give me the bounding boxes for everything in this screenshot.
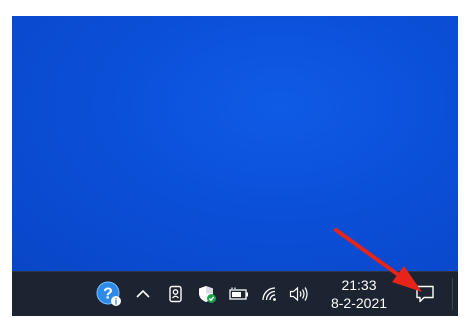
clock-date: 8-2-2021 (330, 295, 388, 311)
windows-security-icon[interactable] (194, 272, 220, 316)
battery-icon[interactable] (226, 272, 252, 316)
clock-time: 21:33 (341, 277, 377, 293)
desktop-background (12, 16, 458, 271)
notification-icon (415, 285, 435, 303)
action-center-button[interactable] (410, 272, 440, 316)
chevron-up-icon[interactable] (132, 272, 154, 316)
screenshot-frame: ? i 21:33 8-2-2021 (0, 0, 468, 318)
wifi-icon[interactable] (258, 272, 282, 316)
show-desktop-divider (452, 278, 453, 310)
taskbar: ? i 21:33 8-2-2021 (12, 271, 458, 316)
svg-text:i: i (115, 297, 118, 307)
meet-now-icon[interactable] (164, 272, 188, 316)
help-icon[interactable]: ? i (92, 272, 126, 316)
volume-icon[interactable] (286, 272, 312, 316)
taskbar-clock[interactable]: 21:33 8-2-2021 (324, 274, 394, 314)
